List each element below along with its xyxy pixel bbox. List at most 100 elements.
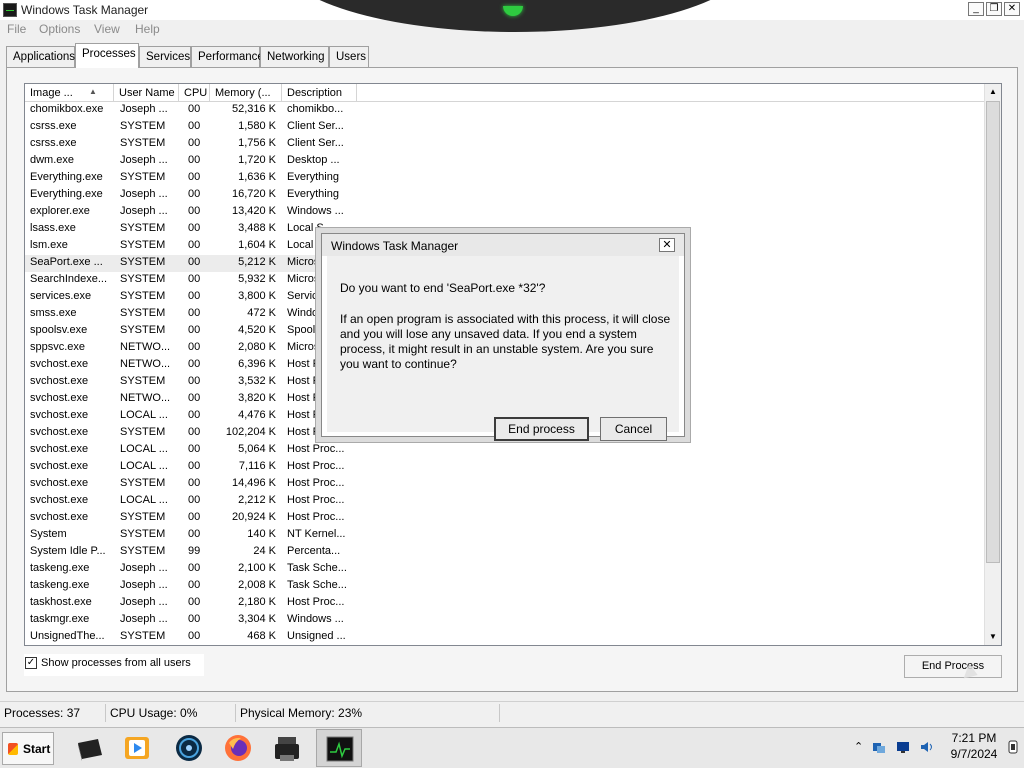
tab-applications[interactable]: Applications <box>6 46 75 67</box>
vertical-scrollbar[interactable]: ▲ ▼ <box>984 84 1001 645</box>
table-row[interactable]: System Idle P... SYSTEM 99 24 K Percenta... <box>25 544 355 561</box>
tab-networking[interactable]: Networking <box>260 46 329 67</box>
process-cpu: 00 <box>188 171 201 183</box>
tab-processes[interactable]: Processes <box>75 43 139 68</box>
table-row[interactable]: csrss.exe SYSTEM 00 1,756 K Client Ser... <box>25 136 355 153</box>
table-row[interactable]: svchost.exe SYSTEM 00 14,496 K Host Proc... <box>25 476 355 493</box>
show-all-users-checkbox[interactable]: ✓ Show processes from all users <box>24 654 204 676</box>
table-row[interactable]: taskeng.exe Joseph ... 00 2,008 K Task Sche.… <box>25 578 355 595</box>
firefox-app-button[interactable] <box>215 729 261 767</box>
process-name: svchost.exe <box>30 494 89 506</box>
close-button[interactable]: ✕ <box>1004 2 1020 16</box>
column-header-image[interactable]: Image ... ▲ <box>25 84 114 102</box>
confirm-end-process-button[interactable]: End process <box>494 417 589 441</box>
table-row[interactable]: svchost.exe SYSTEM 00 20,924 K Host Proc... <box>25 510 355 527</box>
process-cpu: 00 <box>188 477 201 489</box>
table-row[interactable]: svchost.exe SYSTEM 00 102,204 K Host Pr... <box>25 425 355 442</box>
printer-app-button[interactable] <box>264 729 310 767</box>
table-row[interactable]: chomikbox.exe Joseph ... 00 52,316 K chomikb… <box>25 102 355 119</box>
process-cpu: 00 <box>188 120 201 132</box>
table-row[interactable]: lsm.exe SYSTEM 00 1,604 K Local S... <box>25 238 355 255</box>
table-row[interactable]: sppsvc.exe NETWO... 00 2,080 K Microso... <box>25 340 355 357</box>
table-row[interactable]: UnsignedThe... SYSTEM 00 468 K Unsigned ... <box>25 629 355 645</box>
table-row[interactable]: taskeng.exe Joseph ... 00 2,100 K Task Sche.… <box>25 561 355 578</box>
table-row[interactable]: svchost.exe NETWO... 00 6,396 K Host Pr... <box>25 357 355 374</box>
scroll-up-icon[interactable]: ▲ <box>985 84 1001 100</box>
checkbox-checked-icon[interactable]: ✓ <box>25 657 37 669</box>
column-header-description[interactable]: Description <box>282 84 357 102</box>
table-row[interactable]: smss.exe SYSTEM 00 472 K Window... <box>25 306 355 323</box>
process-cpu: 00 <box>188 188 201 200</box>
media-player-app-button[interactable] <box>114 729 160 767</box>
process-name: svchost.exe <box>30 460 89 472</box>
process-user: SYSTEM <box>120 222 166 234</box>
network-status-icon[interactable] <box>872 740 886 754</box>
window-title: Windows Task Manager <box>21 3 149 17</box>
table-row[interactable]: svchost.exe LOCAL ... 00 7,116 K Host Proc..… <box>25 459 355 476</box>
scroll-thumb[interactable] <box>986 101 1000 563</box>
process-name: csrss.exe <box>30 120 77 132</box>
process-name: dwm.exe <box>30 154 75 166</box>
menu-view[interactable]: View <box>94 22 120 36</box>
process-cpu: 00 <box>188 613 201 625</box>
table-row[interactable]: services.exe SYSTEM 00 3,800 K Service... <box>25 289 355 306</box>
table-row[interactable]: dwm.exe Joseph ... 00 1,720 K Desktop ... <box>25 153 355 170</box>
process-name: explorer.exe <box>30 205 90 217</box>
column-header-user[interactable]: User Name <box>114 84 179 102</box>
table-row[interactable]: Everything.exe Joseph ... 00 16,720 K Everyt… <box>25 187 355 204</box>
column-header-cpu[interactable]: CPU <box>179 84 210 102</box>
process-cpu: 00 <box>188 494 201 506</box>
dialog-close-icon[interactable]: ✕ <box>659 238 675 252</box>
globe-app-button[interactable] <box>166 729 212 767</box>
table-row[interactable]: svchost.exe NETWO... 00 3,820 K Host Pr... <box>25 391 355 408</box>
table-row[interactable]: Everything.exe SYSTEM 00 1,636 K Everything <box>25 170 355 187</box>
scroll-down-icon[interactable]: ▼ <box>985 629 1001 645</box>
table-row[interactable]: svchost.exe LOCAL ... 00 5,064 K Host Proc..… <box>25 442 355 459</box>
process-memory: 52,316 K <box>231 103 276 115</box>
minimize-button[interactable]: _ <box>968 2 984 16</box>
table-row[interactable]: explorer.exe Joseph ... 00 13,420 K Windows … <box>25 204 355 221</box>
tab-services[interactable]: Services <box>139 46 191 67</box>
process-memory: 2,008 K <box>238 579 276 591</box>
process-name: svchost.exe <box>30 409 89 421</box>
table-row[interactable]: svchost.exe SYSTEM 00 3,532 K Host Pr... <box>25 374 355 391</box>
end-process-dialog: Windows Task Manager ✕ Do you want to en… <box>321 233 685 441</box>
header-filler <box>357 84 985 102</box>
table-row[interactable]: taskmgr.exe Joseph ... 00 3,304 K Windows ..… <box>25 612 355 629</box>
table-row[interactable]: svchost.exe LOCAL ... 00 2,212 K Host Proc..… <box>25 493 355 510</box>
process-user: NETWO... <box>120 358 171 370</box>
process-memory: 1,720 K <box>238 154 276 166</box>
volume-icon[interactable] <box>920 740 934 754</box>
process-cpu: 00 <box>188 137 201 149</box>
process-user: SYSTEM <box>120 290 166 302</box>
action-center-icon[interactable] <box>1006 740 1020 754</box>
table-row[interactable]: System SYSTEM 00 140 K NT Kernel... <box>25 527 355 544</box>
table-row[interactable]: svchost.exe LOCAL ... 00 4,476 K Host Pr... <box>25 408 355 425</box>
table-row[interactable]: taskhost.exe Joseph ... 00 2,180 K Host Proc… <box>25 595 355 612</box>
start-button[interactable]: Start <box>2 732 54 765</box>
process-cpu: 00 <box>188 239 201 251</box>
process-name: System Idle P... <box>30 545 106 557</box>
table-row[interactable]: SearchIndexe... SYSTEM 00 5,932 K Microso... <box>25 272 355 289</box>
column-header-memory[interactable]: Memory (... <box>210 84 282 102</box>
menu-help[interactable]: Help <box>135 22 160 36</box>
task-manager-app-button[interactable] <box>316 729 362 767</box>
restore-button[interactable]: ❐ <box>986 2 1002 16</box>
process-cpu: 00 <box>188 426 201 438</box>
table-row[interactable]: spoolsv.exe SYSTEM 00 4,520 K Spooler... <box>25 323 355 340</box>
display-icon[interactable] <box>896 740 910 754</box>
show-hidden-icons-icon[interactable]: ⌃ <box>854 740 868 754</box>
tab-performance[interactable]: Performance <box>191 46 264 67</box>
table-row[interactable]: SeaPort.exe ... SYSTEM 00 5,212 K Microso... <box>25 255 355 272</box>
menu-file[interactable]: File <box>7 22 26 36</box>
taskbar-clock[interactable]: 7:21 PM 9/7/2024 <box>944 730 1004 762</box>
process-name: svchost.exe <box>30 443 89 455</box>
table-row[interactable]: csrss.exe SYSTEM 00 1,580 K Client Ser... <box>25 119 355 136</box>
menu-options[interactable]: Options <box>39 22 80 36</box>
table-row[interactable]: lsass.exe SYSTEM 00 3,488 K Local S... <box>25 221 355 238</box>
end-process-button[interactable]: End Process <box>904 655 1002 678</box>
cancel-button[interactable]: Cancel <box>600 417 667 441</box>
terminal-app-button[interactable] <box>66 729 112 767</box>
process-cpu: 00 <box>188 409 201 421</box>
tab-users[interactable]: Users <box>329 46 369 67</box>
